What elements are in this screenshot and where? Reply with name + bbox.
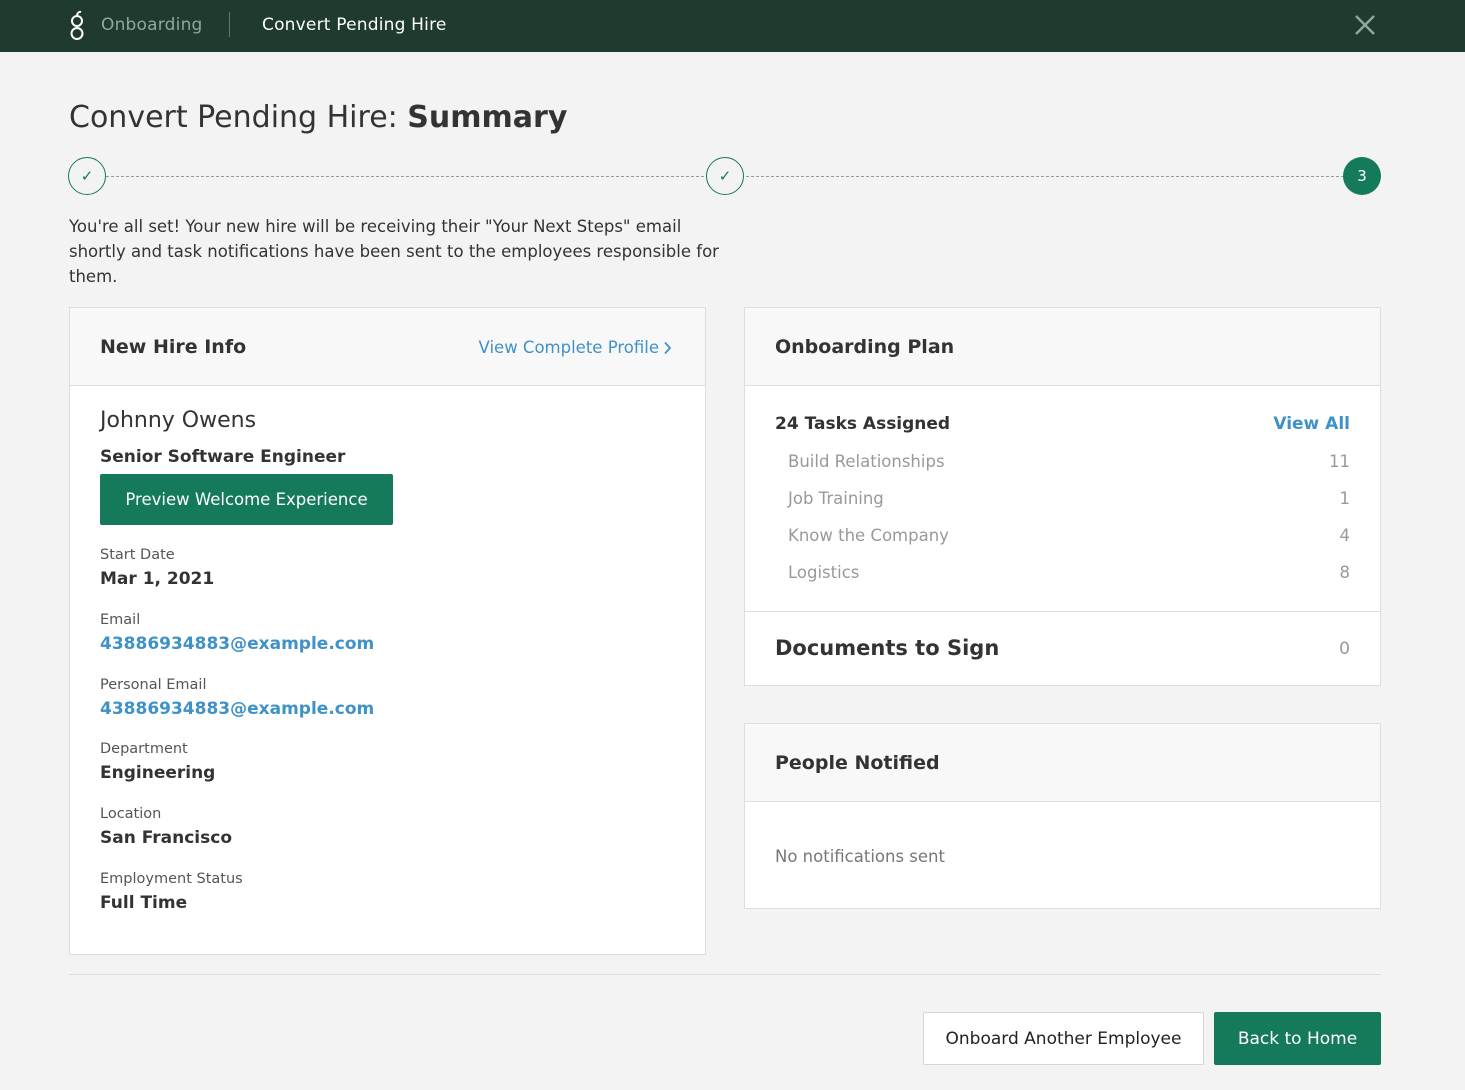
task-category-row: Build Relationships 11 <box>788 452 1350 476</box>
task-category-count: 8 <box>1339 563 1351 582</box>
task-category-count: 11 <box>1329 452 1350 471</box>
step-2-complete: ✓ <box>706 157 744 195</box>
onboarding-plan-card: Onboarding Plan 24 Tasks Assigned View A… <box>744 307 1381 686</box>
start-date-value: Mar 1, 2021 <box>100 569 215 589</box>
employment-status-label: Employment Status <box>100 871 243 887</box>
department-label: Department <box>100 741 188 757</box>
breadcrumb-onboarding[interactable]: Onboarding <box>101 15 203 35</box>
task-category-name: Build Relationships <box>788 452 945 471</box>
footer-divider <box>69 974 1381 975</box>
tasks-assigned-heading: 24 Tasks Assigned <box>775 414 951 434</box>
people-notified-card: People Notified No notifications sent <box>744 723 1381 909</box>
top-bar: Onboarding Convert Pending Hire <box>0 0 1465 52</box>
task-category-name: Job Training <box>788 489 884 508</box>
intro-message: You're all set! Your new hire will be re… <box>69 217 719 286</box>
email-label: Email <box>100 612 141 628</box>
personal-email-link[interactable]: 43886934883@example.com <box>100 699 374 719</box>
page-title-bold: Summary <box>407 100 568 135</box>
card-title: Onboarding Plan <box>775 336 955 358</box>
personal-email-label: Personal Email <box>100 677 207 693</box>
close-icon[interactable] <box>1352 12 1378 38</box>
department-value: Engineering <box>100 763 216 783</box>
empty-state-text: No notifications sent <box>775 847 945 866</box>
breadcrumb-separator <box>229 12 230 37</box>
chevron-right-icon <box>664 341 672 354</box>
page-title: Convert Pending Hire: Summary <box>69 100 567 135</box>
task-category-count: 1 <box>1339 489 1351 508</box>
step-1-complete: ✓ <box>68 157 106 195</box>
greenhouse-logo-icon[interactable] <box>66 9 88 41</box>
documents-to-sign-count: 0 <box>1339 639 1350 659</box>
task-category-row: Know the Company 4 <box>788 526 1350 550</box>
card-header: Onboarding Plan <box>745 308 1380 386</box>
location-value: San Francisco <box>100 828 232 848</box>
back-to-home-button[interactable]: Back to Home <box>1214 1012 1381 1065</box>
location-label: Location <box>100 806 162 822</box>
email-link[interactable]: 43886934883@example.com <box>100 634 374 654</box>
hire-job-title: Senior Software Engineer <box>100 447 346 467</box>
card-header: People Notified <box>745 724 1380 802</box>
breadcrumb-current: Convert Pending Hire <box>262 15 447 35</box>
card-header: New Hire Info View Complete Profile <box>70 308 705 386</box>
view-complete-profile-link[interactable]: View Complete Profile <box>479 338 672 357</box>
task-category-row: Logistics 8 <box>788 563 1350 587</box>
task-category-row: Job Training 1 <box>788 489 1350 513</box>
employment-status-value: Full Time <box>100 893 188 913</box>
card-title: New Hire Info <box>100 336 247 358</box>
documents-to-sign-label: Documents to Sign <box>775 636 1000 660</box>
page-title-prefix: Convert Pending Hire: <box>69 100 408 135</box>
section-divider <box>745 611 1380 612</box>
step-3-current: 3 <box>1343 157 1381 195</box>
preview-welcome-experience-button[interactable]: Preview Welcome Experience <box>100 474 393 525</box>
task-category-count: 4 <box>1339 526 1351 545</box>
task-category-name: Know the Company <box>788 526 949 545</box>
view-all-tasks-link[interactable]: View All <box>1273 414 1350 434</box>
new-hire-info-card: New Hire Info View Complete Profile John… <box>69 307 706 955</box>
card-title: People Notified <box>775 752 940 774</box>
start-date-label: Start Date <box>100 547 175 563</box>
hire-name: Johnny Owens <box>100 408 257 433</box>
task-category-name: Logistics <box>788 563 860 582</box>
view-profile-label: View Complete Profile <box>478 338 659 357</box>
onboard-another-employee-button[interactable]: Onboard Another Employee <box>923 1012 1204 1065</box>
